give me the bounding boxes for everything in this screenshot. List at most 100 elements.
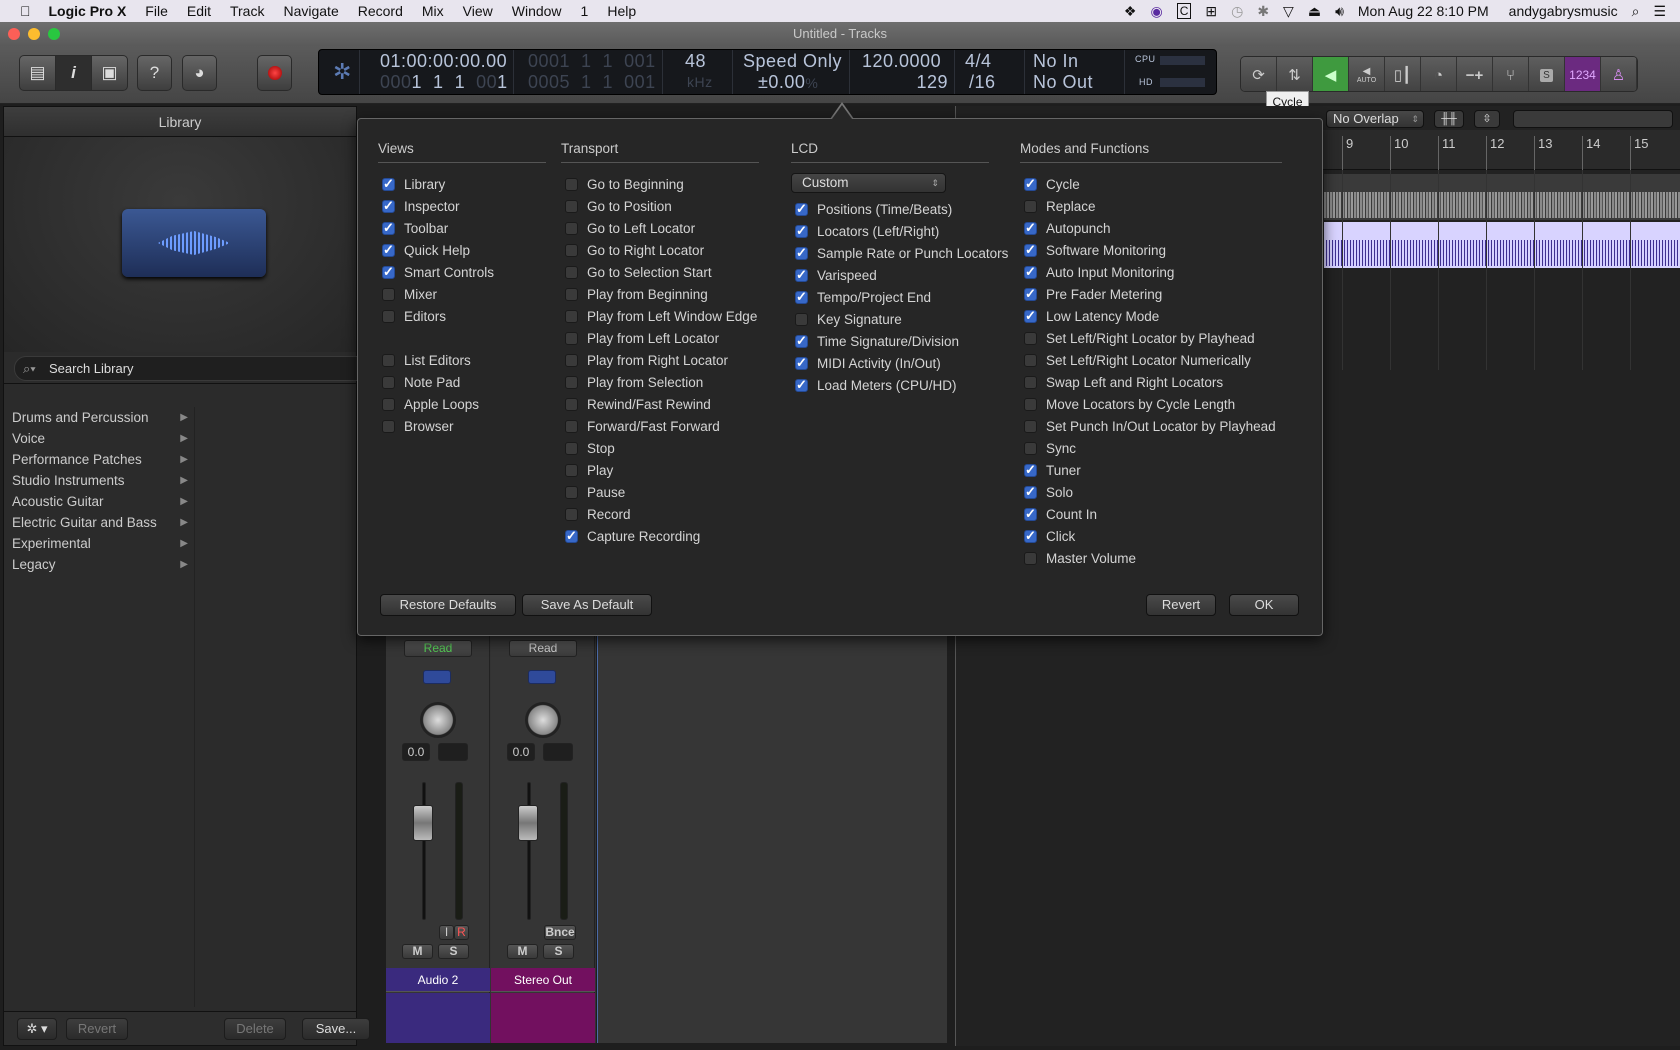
checkbox[interactable]: ✓ xyxy=(1024,286,1037,301)
checkbox[interactable]: ✓ xyxy=(1024,308,1037,323)
category-experimental[interactable]: Experimental ▶ xyxy=(4,533,194,554)
option-play[interactable]: Play xyxy=(561,459,759,481)
option-quick-help[interactable]: ✓ Quick Help xyxy=(378,239,546,261)
category-drums-and-percussion[interactable]: Drums and Percussion ▶ xyxy=(4,407,194,428)
audio-device-icon[interactable] xyxy=(423,670,451,684)
solo-button[interactable]: S xyxy=(438,944,469,959)
option-toolbar[interactable]: ✓ Toolbar xyxy=(378,217,546,239)
option-autopunch[interactable]: ✓ Autopunch xyxy=(1020,217,1282,239)
zoom-sliders[interactable] xyxy=(1513,110,1673,128)
option-go-to-beginning[interactable]: Go to Beginning xyxy=(561,173,759,195)
checkbox[interactable]: ✓ xyxy=(382,176,395,191)
option-tempo-project-end[interactable]: ✓ Tempo/Project End xyxy=(791,286,989,308)
drag-mode-select[interactable]: No Overlap ⇕ xyxy=(1326,110,1424,128)
checkbox[interactable]: ✓ xyxy=(795,289,808,304)
c-icon[interactable]: C xyxy=(1176,3,1192,19)
category-electric-guitar-and-bass[interactable]: Electric Guitar and Bass ▶ xyxy=(4,512,194,533)
option-replace[interactable]: Replace xyxy=(1020,195,1282,217)
checkbox[interactable] xyxy=(1024,397,1037,411)
checkbox[interactable] xyxy=(565,441,578,455)
checkbox[interactable]: ✓ xyxy=(382,198,395,213)
checkbox[interactable] xyxy=(565,485,578,499)
checkbox[interactable]: ✓ xyxy=(1024,264,1037,279)
status-icon[interactable]: ◉ xyxy=(1150,3,1162,20)
time-machine-icon[interactable]: ◷ xyxy=(1231,3,1243,20)
option-low-latency-mode[interactable]: ✓ Low Latency Mode xyxy=(1020,305,1282,327)
option-midi-activity-in-out[interactable]: ✓ MIDI Activity (In/Out) xyxy=(791,352,989,374)
checkbox[interactable]: ✓ xyxy=(1024,220,1037,235)
option-sync[interactable]: Sync xyxy=(1020,437,1282,459)
lcd-division[interactable]: /16 xyxy=(969,72,996,93)
option-record[interactable]: Record xyxy=(561,503,759,525)
automation-mode-button[interactable]: Read xyxy=(509,640,577,657)
option-pre-fader-metering[interactable]: ✓ Pre Fader Metering xyxy=(1020,283,1282,305)
checkbox[interactable] xyxy=(1024,419,1037,433)
menu-track[interactable]: Track xyxy=(230,3,264,19)
option-go-to-selection-start[interactable]: Go to Selection Start xyxy=(561,261,759,283)
pre-fader-metering-button[interactable]: ▯┃ xyxy=(1385,57,1421,91)
option-set-punch-in-out-locator-by-playhead[interactable]: Set Punch In/Out Locator by Playhead xyxy=(1020,415,1282,437)
inspector-button[interactable]: i xyxy=(55,55,92,91)
smart-controls-button[interactable]: ◕ xyxy=(182,55,217,91)
spotlight-icon[interactable]: ⌕ xyxy=(1632,3,1640,20)
lcd-right-locator[interactable]: 0005 1 1 001 xyxy=(528,72,656,93)
option-move-locators-by-cycle-length[interactable]: Move Locators by Cycle Length xyxy=(1020,393,1282,415)
option-set-left-right-locator-numerically[interactable]: Set Left/Right Locator Numerically xyxy=(1020,349,1282,371)
restore-defaults-button[interactable]: Restore Defaults xyxy=(380,594,516,616)
dropbox-icon[interactable]: ❖ xyxy=(1124,3,1137,20)
lcd-display[interactable]: ✲ 01:00:00:00.00 0001 1 1 001 0001 1 1 0… xyxy=(318,49,1217,95)
option-positions-time-beats[interactable]: ✓ Positions (Time/Beats) xyxy=(791,198,989,220)
channel-name[interactable]: Stereo Out xyxy=(491,968,595,992)
checkbox[interactable]: ✓ xyxy=(1024,528,1037,543)
option-master-volume[interactable]: Master Volume xyxy=(1020,547,1282,569)
checkbox[interactable] xyxy=(565,199,578,213)
low-latency-button[interactable]: ◔ xyxy=(1421,57,1457,91)
audio-device-icon[interactable] xyxy=(528,670,556,684)
category-legacy[interactable]: Legacy ▶ xyxy=(4,554,194,575)
option-stop[interactable]: Stop xyxy=(561,437,759,459)
checkbox[interactable] xyxy=(1024,441,1037,455)
pan-knob[interactable] xyxy=(525,702,561,738)
checkbox[interactable]: ✓ xyxy=(1024,484,1037,499)
checkbox[interactable] xyxy=(795,312,808,326)
checkbox[interactable]: ✓ xyxy=(565,528,578,543)
option-time-signature-division[interactable]: ✓ Time Signature/Division xyxy=(791,330,989,352)
checkbox[interactable] xyxy=(382,397,395,411)
checkbox[interactable]: ✓ xyxy=(795,245,808,260)
menu-file[interactable]: File xyxy=(145,3,168,19)
checkbox[interactable]: ✓ xyxy=(795,223,808,238)
option-software-monitoring[interactable]: ✓ Software Monitoring xyxy=(1020,239,1282,261)
option-rewind-fast-rewind[interactable]: Rewind/Fast Rewind xyxy=(561,393,759,415)
option-go-to-position[interactable]: Go to Position xyxy=(561,195,759,217)
auto-input-monitoring-button[interactable]: ◀︎ AUTO xyxy=(1349,57,1385,91)
lcd-tempo[interactable]: 120.0000 xyxy=(862,51,941,72)
checkbox[interactable] xyxy=(1024,551,1037,565)
tuner-icon[interactable]: ⑂ xyxy=(1493,57,1529,91)
option-capture-recording[interactable]: ✓ Capture Recording xyxy=(561,525,759,547)
option-load-meters-cpu-hd[interactable]: ✓ Load Meters (CPU/HD) xyxy=(791,374,989,396)
checkbox[interactable]: ✓ xyxy=(795,267,808,282)
checkbox[interactable] xyxy=(565,331,578,345)
category-voice[interactable]: Voice ▶ xyxy=(4,428,194,449)
ok-button[interactable]: OK xyxy=(1229,594,1299,616)
checkbox[interactable]: ✓ xyxy=(795,355,808,370)
option-locators-left-right[interactable]: ✓ Locators (Left/Right) xyxy=(791,220,989,242)
option-forward-fast-forward[interactable]: Forward/Fast Forward xyxy=(561,415,759,437)
record-button[interactable] xyxy=(257,55,292,91)
lcd-mode-select[interactable]: Custom ⇕ xyxy=(791,173,946,193)
quick-help-button[interactable]: ? xyxy=(137,55,172,91)
lcd-time-signature[interactable]: 4/4 xyxy=(965,51,992,72)
option-browser[interactable]: Browser xyxy=(378,415,546,437)
option-editors[interactable]: Editors xyxy=(378,305,546,327)
record-enable-button[interactable]: R xyxy=(454,925,469,940)
volume-fader[interactable] xyxy=(518,805,538,841)
checkbox[interactable] xyxy=(1024,199,1037,213)
option-play-from-beginning[interactable]: Play from Beginning xyxy=(561,283,759,305)
menu-app[interactable]: Logic Pro X xyxy=(49,3,127,19)
checkbox[interactable] xyxy=(382,419,395,433)
lcd-left-locator[interactable]: 0001 1 1 001 xyxy=(528,51,656,72)
checkbox[interactable] xyxy=(565,243,578,257)
notification-center-icon[interactable]: ☰ xyxy=(1653,3,1666,20)
volume-fader[interactable] xyxy=(413,805,433,841)
checkbox[interactable] xyxy=(565,375,578,389)
